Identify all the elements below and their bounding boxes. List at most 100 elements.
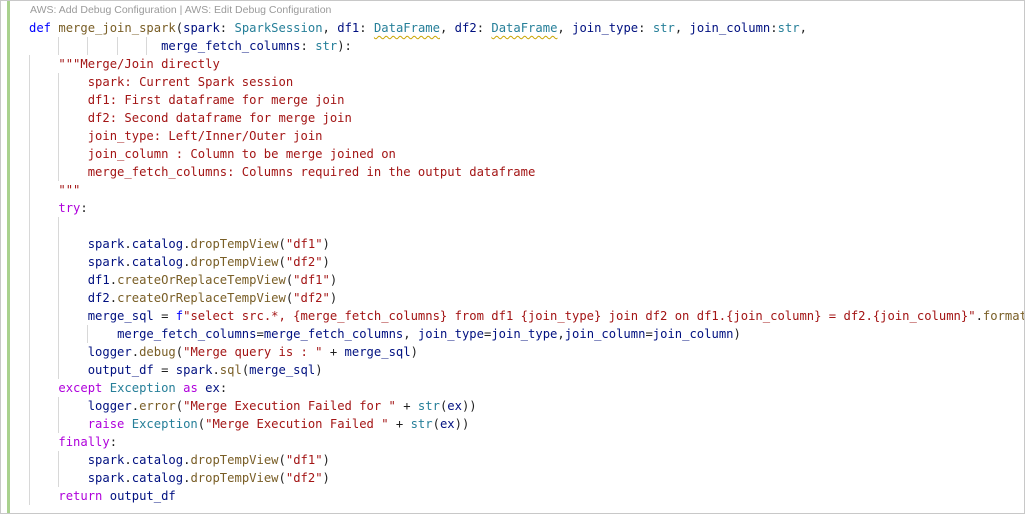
- codelens-bar: AWS: Add Debug Configuration | AWS: Edit…: [30, 3, 331, 17]
- code-line[interactable]: merge_fetch_columns=merge_fetch_columns,…: [29, 325, 1024, 343]
- indent-guide: [58, 451, 59, 469]
- code-line[interactable]: def merge_join_spark(spark: SparkSession…: [29, 19, 1024, 37]
- indent-guide: [29, 361, 30, 379]
- code-line[interactable]: merge_fetch_columns: Columns required in…: [29, 163, 1024, 181]
- indent-guide: [29, 217, 30, 235]
- method-sql: sql: [219, 363, 242, 377]
- indent-guide: [29, 433, 30, 451]
- param-join-type: join_type: [572, 21, 639, 35]
- indent-guide: [29, 487, 30, 505]
- var-output-df: output_df: [109, 489, 176, 503]
- indent-guide: [29, 199, 30, 217]
- docstring-line: df2: Second dataframe for merge join: [87, 111, 352, 125]
- kwarg-join-type: join_type: [417, 327, 484, 341]
- code-line[interactable]: df2: Second dataframe for merge join: [29, 109, 1024, 127]
- add-debug-configuration-link[interactable]: AWS: Add Debug Configuration: [30, 4, 177, 16]
- string-df1: "df1": [293, 273, 330, 287]
- indent-guide: [29, 451, 30, 469]
- indent-guide: [29, 55, 30, 73]
- code-line[interactable]: merge_fetch_columns: str):: [29, 37, 1024, 55]
- codelens-separator: |: [176, 4, 185, 16]
- indent-guide: [58, 217, 59, 235]
- type-spark-session: SparkSession: [234, 21, 323, 35]
- method-format: format: [982, 309, 1025, 323]
- code-line[interactable]: """: [29, 181, 1024, 199]
- indent-guide: [58, 469, 59, 487]
- string-merge-failed: "Merge Execution Failed ": [205, 417, 389, 431]
- var-merge-sql: merge_sql: [344, 345, 411, 359]
- code-line[interactable]: spark.catalog.dropTempView("df2"): [29, 253, 1024, 271]
- git-change-gutter-bar: [7, 1, 10, 513]
- keyword-finally: finally: [58, 435, 110, 449]
- code-line[interactable]: try:: [29, 199, 1024, 217]
- code-line[interactable]: df1: First dataframe for merge join: [29, 91, 1024, 109]
- var-spark: spark: [87, 255, 125, 269]
- method-drop-temp-view: dropTempView: [190, 471, 279, 485]
- code-line[interactable]: spark: Current Spark session: [29, 73, 1024, 91]
- function-name: merge_join_spark: [58, 21, 176, 35]
- string-merge-query: "Merge query is : ": [183, 345, 323, 359]
- indent-guide: [29, 343, 30, 361]
- indent-guide: [29, 271, 30, 289]
- var-ex: ex: [439, 417, 455, 431]
- code-line[interactable]: return output_df: [29, 487, 1024, 505]
- indent-guide: [29, 181, 30, 199]
- var-catalog: catalog: [131, 471, 184, 485]
- string-df1: "df1": [285, 237, 323, 251]
- indent-guide: [29, 73, 30, 91]
- builtin-str: str: [410, 417, 433, 431]
- code-line[interactable]: raise Exception("Merge Execution Failed …: [29, 415, 1024, 433]
- code-line[interactable]: spark.catalog.dropTempView("df1"): [29, 235, 1024, 253]
- indent-guide: [29, 397, 30, 415]
- code-line[interactable]: merge_sql = f"select src.*, {merge_fetch…: [29, 307, 1025, 325]
- indent-guide: [29, 109, 30, 127]
- code-line[interactable]: except Exception as ex:: [29, 379, 1024, 397]
- code-line[interactable]: output_df = spark.sql(merge_sql): [29, 361, 1024, 379]
- docstring-line: """: [58, 183, 81, 197]
- code-line[interactable]: spark.catalog.dropTempView("df2"): [29, 469, 1024, 487]
- method-create-or-replace-temp-view: createOrReplaceTempView: [117, 273, 286, 287]
- method-error: error: [139, 399, 176, 413]
- indent-guide: [58, 289, 59, 307]
- param-spark: spark: [183, 21, 220, 35]
- indent-guide: [87, 37, 88, 55]
- var-join-type: join_type: [491, 327, 558, 341]
- code-line[interactable]: logger.debug("Merge query is : " + merge…: [29, 343, 1024, 361]
- code-line[interactable]: df1.createOrReplaceTempView("df1"): [29, 271, 1024, 289]
- code-line[interactable]: finally:: [29, 433, 1024, 451]
- docstring-line: merge_fetch_columns: Columns required in…: [87, 165, 536, 179]
- keyword-def: def: [29, 21, 52, 35]
- indent-guide: [58, 235, 59, 253]
- indent-guide: [58, 415, 59, 433]
- indent-guide: [29, 163, 30, 181]
- var-output-df: output_df: [87, 363, 154, 377]
- fstring-prefix: f: [175, 309, 184, 323]
- indent-guide: [87, 325, 88, 343]
- docstring-line: join_column : Column to be merge joined …: [87, 147, 396, 161]
- var-catalog: catalog: [131, 237, 184, 251]
- indent-guide: [58, 73, 59, 91]
- class-exception: Exception: [131, 417, 198, 431]
- string-df2: "df2": [293, 291, 330, 305]
- keyword-try: try: [58, 201, 81, 215]
- code-line[interactable]: join_column : Column to be merge joined …: [29, 145, 1024, 163]
- code-line[interactable]: """Merge/Join directly: [29, 55, 1024, 73]
- code-line[interactable]: spark.catalog.dropTempView("df1"): [29, 451, 1024, 469]
- keyword-as: as: [183, 381, 198, 395]
- code-line[interactable]: df2.createOrReplaceTempView("df2"): [29, 289, 1024, 307]
- var-join-column: join_column: [652, 327, 734, 341]
- var-df2: df2: [87, 291, 110, 305]
- var-merge-fetch-columns: merge_fetch_columns: [263, 327, 404, 341]
- var-df1: df1: [87, 273, 110, 287]
- code-line[interactable]: [29, 217, 1024, 235]
- param-df1: df1: [337, 21, 360, 35]
- kwarg-merge-fetch-columns: merge_fetch_columns: [117, 327, 257, 341]
- code-line[interactable]: logger.error("Merge Execution Failed for…: [29, 397, 1024, 415]
- indent-guide: [29, 145, 30, 163]
- code-editor[interactable]: def merge_join_spark(spark: SparkSession…: [29, 19, 1025, 505]
- edit-debug-configuration-link[interactable]: AWS: Edit Debug Configuration: [185, 4, 332, 16]
- type-str: str: [652, 21, 675, 35]
- param-join-column: join_column: [689, 21, 771, 35]
- code-line[interactable]: join_type: Left/Inner/Outer join: [29, 127, 1024, 145]
- indent-guide: [58, 109, 59, 127]
